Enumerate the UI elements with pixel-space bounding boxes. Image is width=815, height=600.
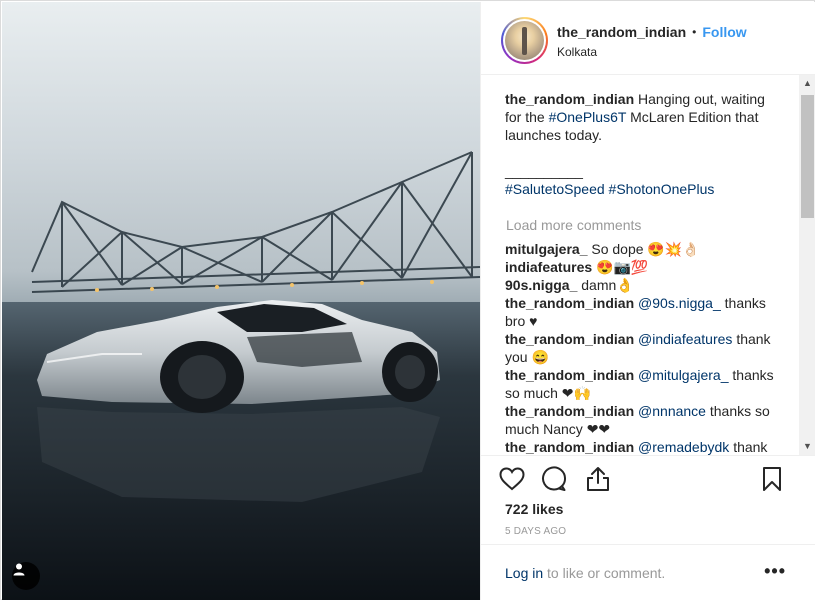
heart-icon[interactable] <box>497 464 527 494</box>
caption-hashtag[interactable]: #OnePlus6T <box>549 109 627 125</box>
comment-username[interactable]: 90s.nigga_ <box>505 277 577 293</box>
comment-username[interactable]: mitulgajera_ <box>505 241 587 257</box>
comment: the_random_indian @mitulgajera_ thanks s… <box>505 366 777 402</box>
caption-username[interactable]: the_random_indian <box>505 91 634 107</box>
post-actions: 722 likes 5 DAYS AGO <box>481 455 815 543</box>
user-tag-icon[interactable] <box>12 562 40 590</box>
post-timestamp[interactable]: 5 DAYS AGO <box>505 526 566 537</box>
bookmark-icon[interactable] <box>757 464 787 494</box>
share-icon[interactable] <box>583 464 613 494</box>
post-header: the_random_indian • Follow Kolkata <box>481 2 815 75</box>
comment-mention[interactable]: @remadebydk <box>638 439 729 455</box>
post-side-panel: the_random_indian • Follow Kolkata the_r… <box>480 2 815 600</box>
username-link[interactable]: the_random_indian <box>557 24 686 40</box>
comment-mention[interactable]: @indiafeatures <box>638 331 732 347</box>
comment-username[interactable]: the_random_indian <box>505 403 634 419</box>
comment: the_random_indian @90s.nigga_ thanks bro… <box>505 294 777 330</box>
comment-username[interactable]: the_random_indian <box>505 295 634 311</box>
scroll-up-arrow-icon[interactable]: ▲ <box>799 75 815 92</box>
comment-mention[interactable]: @mitulgajera_ <box>638 367 728 383</box>
comment: mitulgajera_ So dope 😍💥👌🏻 <box>505 240 777 258</box>
comment-username[interactable]: indiafeatures <box>505 259 592 275</box>
scrollbar-thumb[interactable] <box>801 95 814 218</box>
comment-text: damn👌 <box>581 277 634 293</box>
caption: the_random_indian Hanging out, waiting f… <box>505 90 777 198</box>
comment: the_random_indian @indiafeatures thank y… <box>505 330 777 366</box>
more-options-icon[interactable]: ••• <box>764 561 786 582</box>
login-prompt: Log in to like or comment. <box>505 565 665 581</box>
scroll-down-arrow-icon[interactable]: ▼ <box>799 438 815 455</box>
comment-icon[interactable] <box>539 464 569 494</box>
comments-scrollbar[interactable]: ▲ ▼ <box>799 75 815 455</box>
post-photo[interactable] <box>2 2 480 600</box>
location-link[interactable]: Kolkata <box>557 45 597 59</box>
comment-mention[interactable]: @90s.nigga_ <box>638 295 721 311</box>
comment-text: So dope 😍💥👌🏻 <box>591 241 700 257</box>
caption-separator: __________ <box>505 163 583 179</box>
comment: indiafeatures 😍📷💯 <box>505 258 777 276</box>
avatar[interactable] <box>501 17 548 64</box>
login-link[interactable]: Log in <box>505 565 543 581</box>
hashtag-link[interactable]: #SalutetoSpeed <box>505 181 605 197</box>
comment: the_random_indian @nnnance thanks so muc… <box>505 402 777 438</box>
hashtag-link[interactable]: #ShotonOnePlus <box>609 181 715 197</box>
comment-username[interactable]: the_random_indian <box>505 331 634 347</box>
comment-bar: Log in to like or comment. ••• <box>481 544 815 600</box>
comment-text: 😍📷💯 <box>596 259 649 275</box>
comment-mention[interactable]: @nnnance <box>638 403 706 419</box>
follow-button[interactable]: Follow <box>702 24 746 40</box>
photo-scene <box>2 151 480 600</box>
comment: the_random_indian @remadebydk thank you … <box>505 438 777 455</box>
comment: 90s.nigga_ damn👌 <box>505 276 777 294</box>
comments-list[interactable]: the_random_indian Hanging out, waiting f… <box>481 75 815 455</box>
load-more-comments[interactable]: Load more comments <box>506 216 777 234</box>
separator-dot: • <box>692 25 697 39</box>
comment-username[interactable]: the_random_indian <box>505 439 634 455</box>
comment-username[interactable]: the_random_indian <box>505 367 634 383</box>
login-suffix: to like or comment. <box>547 565 666 581</box>
likes-count[interactable]: 722 likes <box>505 501 563 517</box>
post-frame: the_random_indian • Follow Kolkata the_r… <box>0 0 815 600</box>
